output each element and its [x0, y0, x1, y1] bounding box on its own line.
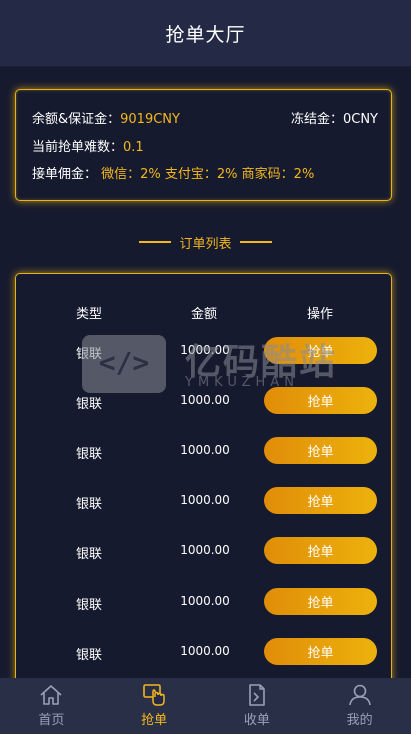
grab-order-button[interactable]: 抢单	[264, 638, 377, 665]
tab-receive-orders-label: 收单	[243, 713, 270, 728]
tab-home[interactable]: 首页	[0, 678, 103, 734]
order-list-card: 类型 金额 操作 银联 1000.00 抢单 银联 1000.00 抢单 银联 …	[15, 273, 392, 693]
tab-grab-orders-label: 抢单	[141, 713, 168, 728]
row-type: 银联	[75, 547, 102, 562]
balance-row: 余额&保证金：9019CNY 冻结金：0CNY	[32, 108, 378, 127]
table-row: 银联 1000.00 抢单	[16, 638, 391, 668]
order-list-heading: 订单列表	[0, 232, 411, 252]
row-amount: 1000.00	[180, 543, 230, 557]
row-type: 银联	[75, 447, 102, 462]
table-row: 银联 1000.00 抢单	[16, 588, 391, 618]
grab-order-button[interactable]: 抢单	[264, 588, 377, 615]
row-type: 银联	[75, 497, 102, 512]
row-amount: 1000.00	[180, 594, 230, 608]
page-title: 抢单大厅	[165, 23, 246, 46]
row-type: 银联	[75, 347, 102, 362]
row-type: 银联	[75, 648, 102, 663]
column-header-amount: 金额	[190, 307, 217, 322]
table-row: 银联 1000.00 抢单	[16, 437, 391, 467]
frozen-label: 冻结金：	[290, 112, 343, 127]
row-amount: 1000.00	[180, 393, 230, 407]
table-row: 银联 1000.00 抢单	[16, 537, 391, 567]
tab-profile-label: 我的	[346, 713, 373, 728]
table-row: 银联 1000.00 抢单	[16, 487, 391, 517]
bottom-tab-bar: 首页 抢单 收单 我的	[0, 678, 411, 734]
column-header-action: 操作	[306, 307, 333, 322]
table-row: 银联 1000.00 抢单	[16, 387, 391, 417]
row-amount: 1000.00	[180, 443, 230, 457]
grab-order-button[interactable]: 抢单	[264, 337, 377, 364]
tab-grab-orders[interactable]: 抢单	[103, 678, 206, 734]
row-amount: 1000.00	[180, 644, 230, 658]
column-header-type: 类型	[75, 307, 102, 322]
tab-home-label: 首页	[38, 713, 65, 728]
difficulty-value: 0.1	[123, 140, 144, 155]
grab-order-button[interactable]: 抢单	[264, 537, 377, 564]
difficulty-label: 当前抢单难数：	[32, 140, 124, 155]
frozen-value: 0CNY	[342, 112, 378, 127]
tab-profile[interactable]: 我的	[308, 678, 411, 734]
row-type: 银联	[75, 397, 102, 412]
grab-order-button[interactable]: 抢单	[264, 437, 377, 464]
row-amount: 1000.00	[180, 493, 230, 507]
commission-row: 接单佣金： 微信：2% 支付宝：2% 商家码：2%	[32, 163, 314, 182]
page-header: 抢单大厅	[0, 0, 411, 67]
grab-order-button[interactable]: 抢单	[264, 387, 377, 414]
commission-label: 接单佣金：	[32, 167, 98, 182]
balance-label: 余额&保证金：	[32, 112, 121, 127]
grab-order-button[interactable]: 抢单	[264, 487, 377, 514]
row-type: 银联	[75, 598, 102, 613]
receipt-icon	[249, 684, 265, 706]
account-info-card: 余额&保证金：9019CNY 冻结金：0CNY 当前抢单难数：0.1 接单佣金：…	[15, 89, 392, 201]
row-amount: 1000.00	[180, 343, 230, 357]
tab-receive-orders[interactable]: 收单	[206, 678, 309, 734]
commission-value: 微信：2% 支付宝：2% 商家码：2%	[101, 167, 315, 182]
grab-hand-icon	[143, 684, 165, 706]
heading-line-left	[139, 241, 172, 243]
difficulty-row: 当前抢单难数：0.1	[32, 136, 144, 155]
order-list-title: 订单列表	[179, 236, 232, 252]
user-icon	[348, 684, 371, 706]
balance-value: 9019CNY	[120, 112, 180, 127]
heading-line-right	[239, 241, 272, 243]
frozen-amount: 冻结金：0CNY	[291, 108, 378, 127]
table-row: 银联 1000.00 抢单	[16, 337, 391, 367]
home-icon	[40, 685, 62, 705]
